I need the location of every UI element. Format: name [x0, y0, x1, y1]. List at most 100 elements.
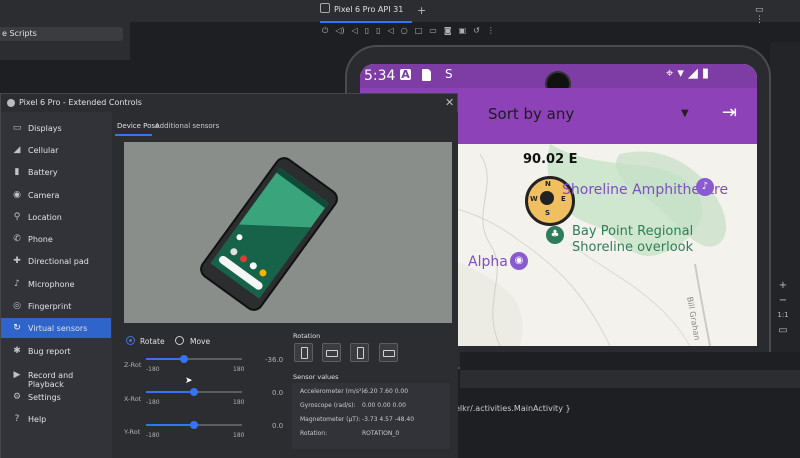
compass-s: S — [545, 209, 551, 217]
emulator-toolbar: ⏻ ◁) ◁ ▯ ▯ ◁ ○ □ ▭ ◙ ▣ ↺ ⋮ — [322, 26, 792, 40]
sort-dropdown[interactable]: Sort by any — [488, 105, 574, 123]
microphone-icon: ♪ — [14, 279, 20, 289]
y-rot-slider[interactable] — [146, 421, 242, 429]
poi-label-line2[interactable]: Shoreline overlook — [572, 240, 693, 255]
y-rot-label: Y-Rot — [124, 428, 141, 436]
zoom-controls: + − 1:1 ▭ — [776, 278, 790, 338]
sidebar-item-help[interactable]: ? Help — [1, 409, 111, 429]
reverse-portrait-icon — [357, 347, 364, 359]
add-tab-icon[interactable]: + — [417, 4, 426, 17]
tab-device-pose[interactable]: Device Pose — [117, 122, 159, 130]
rotate-landscape-button[interactable] — [322, 343, 341, 362]
y-rot-max: 180 — [233, 432, 245, 439]
z-rot-slider[interactable] — [146, 355, 242, 363]
x-rot-knob[interactable] — [190, 388, 198, 396]
more-icon[interactable]: ⋮ — [487, 26, 495, 35]
home-icon[interactable]: ○ — [401, 26, 408, 35]
sidebar-item-bug-report[interactable]: ✱ Bug report — [1, 341, 111, 361]
device-pose-viewport[interactable] — [124, 142, 452, 323]
rotate-radio[interactable] — [126, 336, 135, 345]
sidebar-item-displays[interactable]: ▭ Displays — [1, 118, 111, 138]
rotate-reverse-portrait-button[interactable] — [350, 343, 369, 362]
move-radio[interactable] — [175, 336, 184, 345]
volume-up-icon[interactable]: ◁) — [335, 26, 344, 35]
x-rot-fill — [146, 391, 194, 393]
phone-3d-model — [200, 157, 338, 311]
y-rot-knob[interactable] — [190, 421, 198, 429]
display-icon: ▭ — [12, 123, 22, 133]
status-time: 5:34 — [364, 68, 396, 84]
ide-tab-strip — [130, 0, 800, 22]
zoom-out-icon[interactable]: − — [776, 293, 790, 308]
rotate-left-icon[interactable]: ▯ — [365, 26, 369, 35]
window-options-icon[interactable]: ▭ ⋮ — [755, 5, 800, 25]
compass-w: W — [530, 195, 538, 203]
x-rot-max: 180 — [233, 399, 245, 406]
fold-icon[interactable]: ▭ — [429, 26, 437, 35]
x-rot-slider[interactable] — [146, 388, 242, 396]
emulator-logo-icon — [7, 99, 15, 107]
rotate-reverse-landscape-button[interactable] — [379, 343, 398, 362]
controls-sidebar: ▭ Displays ◢ Cellular ▮ Battery ◉ Camera ⚲ Lo… — [1, 112, 112, 458]
camera-pin-icon[interactable]: ◉ — [510, 252, 528, 270]
cellular-icon: ◢ — [13, 145, 21, 155]
overview-icon[interactable]: □ — [415, 26, 423, 35]
snapshot-icon[interactable]: ▣ — [459, 26, 467, 35]
chevron-down-icon[interactable]: ▼ — [681, 108, 689, 119]
dialog-title-bar[interactable]: Pixel 6 Pro - Extended Controls — [1, 94, 457, 112]
sidebar-item-record-playback[interactable]: ▶ Record and Playback — [1, 365, 111, 389]
poi-label-line1[interactable]: Bay Point Regional — [572, 224, 693, 239]
bearing-readout: 90.02 E — [523, 152, 578, 167]
sensor-row-accelerometer: Accelerometer (m/s²): -6.20 7.60 0.00 — [300, 388, 409, 395]
move-radio-label: Move — [190, 337, 211, 346]
power-icon[interactable]: ⏻ — [322, 26, 328, 35]
zoom-actual-size-icon[interactable]: 1:1 — [776, 308, 790, 323]
fingerprint-icon: ◎ — [13, 301, 21, 311]
sidebar-item-camera[interactable]: ◉ Camera — [1, 185, 111, 205]
camera-icon: ◉ — [13, 190, 21, 200]
rotate-right-icon[interactable]: ▯ — [376, 26, 380, 35]
sidebar-item-location[interactable]: ⚲ Location — [1, 207, 111, 227]
poi-label[interactable]: Alpha — [468, 254, 508, 270]
console-toolbar — [460, 370, 800, 388]
reverse-landscape-icon — [383, 350, 395, 357]
park-pin-icon[interactable]: ♣ — [546, 226, 564, 244]
tab-emulator[interactable]: Pixel 6 Pro API 31 — [320, 3, 412, 22]
history-icon[interactable]: ↺ — [473, 26, 480, 35]
zoom-in-icon[interactable]: + — [776, 278, 790, 293]
sidebar-item-directional-pad[interactable]: ✚ Directional pad — [1, 251, 111, 271]
close-icon[interactable]: ✕ — [445, 96, 454, 109]
sidebar-item-cellular[interactable]: ◢ Cellular — [1, 140, 111, 160]
dialog-title: Pixel 6 Pro - Extended Controls — [19, 98, 142, 107]
status-s-icon: S — [445, 67, 453, 81]
back-icon[interactable]: ◁ — [388, 26, 394, 35]
sidebar-item-microphone[interactable]: ♪ Microphone — [1, 274, 111, 294]
sidebar-item-phone[interactable]: ✆ Phone — [1, 229, 111, 249]
location-icon: ⚲ — [13, 212, 21, 222]
project-item-scripts[interactable]: e Scripts — [0, 27, 123, 41]
theater-pin-icon[interactable]: ♪ — [696, 178, 714, 196]
sensor-row-magnetometer: Magnetometer (µT): -3.73 4.57 -48.40 — [300, 416, 415, 423]
sidebar-item-fingerprint[interactable]: ◎ Fingerprint — [1, 296, 111, 316]
zoom-fit-icon[interactable]: ▭ — [776, 323, 790, 338]
sidebar-item-settings[interactable]: ⚙ Settings — [1, 387, 111, 407]
landscape-icon — [326, 350, 338, 357]
tab-device-pose-underline — [115, 134, 152, 136]
x-rot-value: 0.0 — [272, 389, 284, 397]
battery-icon: ▮ — [14, 167, 20, 177]
device-icon — [320, 3, 330, 13]
logout-icon[interactable]: ⇥ — [722, 102, 737, 123]
screenshot-icon[interactable]: ◙ — [444, 26, 452, 35]
x-rot-label: X-Rot — [124, 395, 142, 403]
bug-icon: ✱ — [13, 346, 21, 356]
mouse-cursor-icon: ➤ — [185, 376, 193, 386]
z-rot-knob[interactable] — [180, 355, 189, 363]
tab-additional-sensors[interactable]: Additional sensors — [155, 122, 219, 130]
sidebar-item-battery[interactable]: ▮ Battery — [1, 162, 111, 182]
rotate-radio-label: Rotate — [140, 337, 165, 346]
volume-down-icon[interactable]: ◁ — [352, 26, 358, 35]
rotate-portrait-button[interactable] — [294, 343, 313, 362]
sidebar-item-virtual-sensors[interactable]: ↻ Virtual sensors — [1, 318, 111, 338]
sensor-values-label: Sensor values — [293, 373, 339, 381]
z-rot-max: 180 — [233, 366, 245, 373]
